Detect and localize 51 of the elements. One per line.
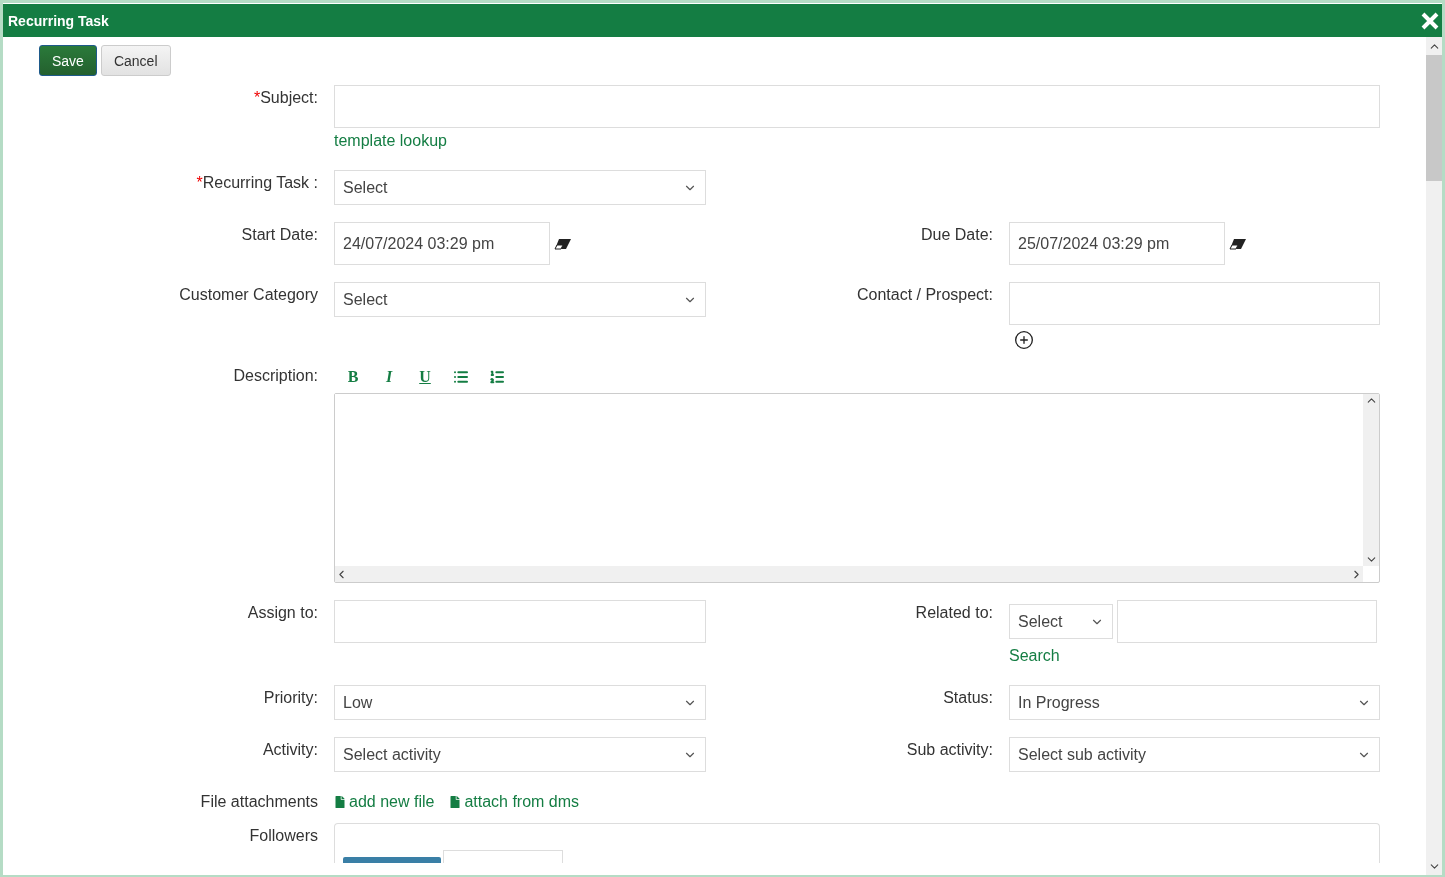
field-label: Due Date: xyxy=(920,226,993,243)
field-label: Customer Category xyxy=(179,286,318,303)
file-icon xyxy=(449,796,462,808)
field-label: Status: xyxy=(943,689,993,706)
template-lookup-link[interactable]: template lookup xyxy=(334,132,447,150)
related-field[interactable] xyxy=(1117,600,1377,643)
field-label: Description: xyxy=(233,367,318,384)
field-label: File attachments xyxy=(200,793,318,810)
horizontal-scrollbar[interactable] xyxy=(335,566,1363,582)
numbered-list-icon xyxy=(489,369,505,385)
date-field[interactable]: 25/07/2024 03:29 pm xyxy=(1009,222,1225,265)
field-label: Priority: xyxy=(263,689,318,706)
add-icon[interactable] xyxy=(1014,330,1034,350)
select-dropdown[interactable]: Select xyxy=(334,170,706,205)
field-label: Assign to: xyxy=(247,604,318,621)
vertical-scrollbar[interactable] xyxy=(1363,394,1379,566)
field-label: *Recurring Task : xyxy=(196,174,318,191)
field-label: Sub activity: xyxy=(906,741,993,758)
select-dropdown[interactable]: Select xyxy=(1009,604,1113,639)
field-label: *Subject: xyxy=(253,89,318,106)
search-link[interactable]: Search xyxy=(1009,647,1060,665)
assign-field[interactable] xyxy=(334,600,706,643)
field-label: Contact / Prospect: xyxy=(856,286,993,303)
attachment-link[interactable]: attach from dms xyxy=(449,793,580,811)
scrollbar-thumb[interactable] xyxy=(1426,55,1442,181)
select-dropdown[interactable]: Select xyxy=(334,282,706,317)
field-label: Followers xyxy=(249,827,318,844)
followers-field[interactable] xyxy=(334,823,1380,863)
cancel-button[interactable]: Cancel xyxy=(100,45,171,76)
field-label: Activity: xyxy=(262,741,318,758)
select-dropdown[interactable]: Select activity xyxy=(334,737,706,772)
select-dropdown[interactable]: Select sub activity xyxy=(1009,737,1380,772)
contact-field[interactable] xyxy=(1009,282,1380,325)
field-label: Start Date: xyxy=(241,226,318,243)
underline-button[interactable]: U xyxy=(414,366,436,388)
save-button[interactable]: Save xyxy=(39,45,97,76)
field-label: Related to: xyxy=(915,604,993,621)
page-scrollbar[interactable] xyxy=(1426,37,1442,875)
window-title: Recurring Task xyxy=(8,12,109,29)
select-dropdown[interactable]: In Progress xyxy=(1009,685,1380,720)
subject-field[interactable] xyxy=(334,85,1380,128)
eraser-icon[interactable] xyxy=(1229,237,1247,250)
eraser-icon[interactable] xyxy=(554,237,572,250)
attachment-link[interactable]: add new file xyxy=(334,793,435,811)
date-field[interactable]: 24/07/2024 03:29 pm xyxy=(334,222,550,265)
file-icon xyxy=(334,796,346,808)
bulleted-list-icon xyxy=(453,369,469,385)
close-icon[interactable] xyxy=(1420,10,1440,31)
bold-button[interactable]: B xyxy=(342,366,364,388)
italic-button[interactable]: I xyxy=(378,366,400,388)
select-dropdown[interactable]: Low xyxy=(334,685,706,720)
